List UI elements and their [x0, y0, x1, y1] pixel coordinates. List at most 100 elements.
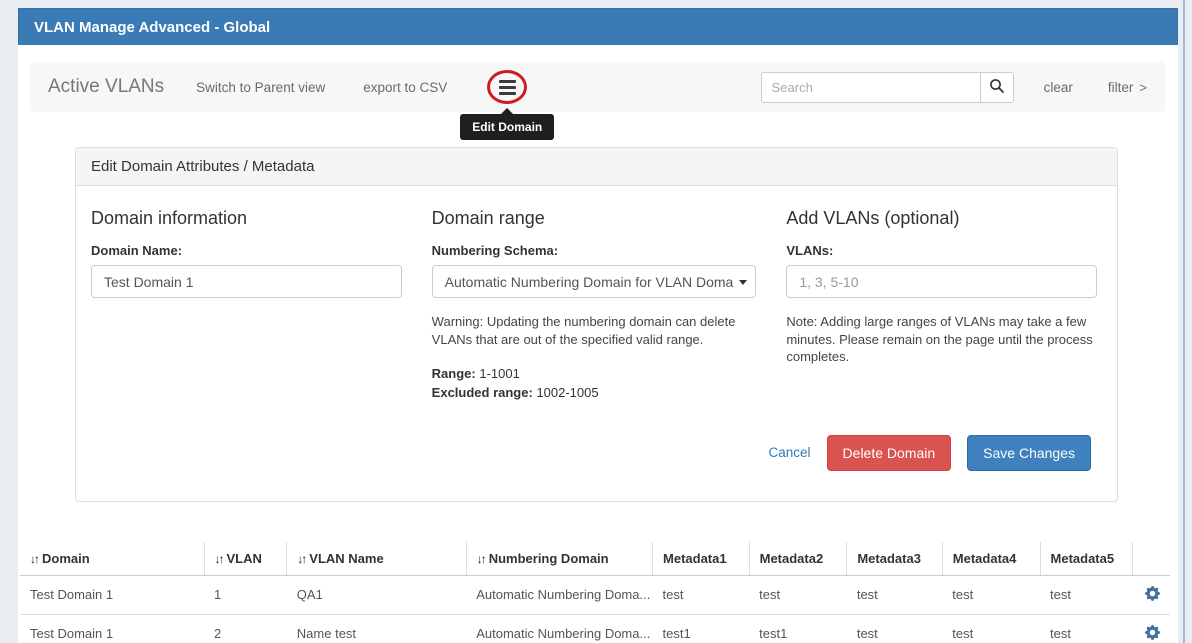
panel-title: Edit Domain Attributes / Metadata	[76, 148, 1117, 186]
save-changes-button[interactable]: Save Changes	[967, 435, 1091, 471]
switch-parent-view-link[interactable]: Switch to Parent view	[196, 80, 325, 95]
row-settings-button[interactable]	[1145, 625, 1160, 640]
hamburger-icon[interactable]	[499, 80, 516, 95]
window-edge	[1183, 0, 1185, 643]
vlans-input[interactable]	[786, 265, 1097, 298]
gear-icon	[1145, 586, 1160, 601]
table-cell: test	[1040, 575, 1132, 614]
table-cell: test	[942, 614, 1040, 643]
range-value: 1-1001	[479, 366, 519, 381]
section-heading-add-vlans: Add VLANs (optional)	[786, 208, 1097, 229]
table-cell: test1	[749, 614, 847, 643]
column-header-metadata5: Metadata5	[1040, 542, 1132, 576]
domain-name-label: Domain Name:	[91, 243, 402, 258]
table-cell: test	[847, 614, 942, 643]
section-heading-domain-range: Domain range	[432, 208, 757, 229]
search-input[interactable]	[761, 72, 981, 103]
column-header-actions	[1132, 542, 1170, 576]
filter-label: filter	[1108, 80, 1134, 95]
page-body: Active VLANs Switch to Parent view expor…	[18, 45, 1178, 643]
column-label: VLAN Name	[309, 551, 383, 566]
column-label: Metadata4	[953, 551, 1017, 566]
edit-domain-menu[interactable]: Edit Domain	[487, 70, 527, 104]
range-warning-text: Warning: Updating the numbering domain c…	[432, 313, 757, 348]
panel-actions: Cancel Delete Domain Save Changes	[91, 435, 1097, 471]
edit-domain-tooltip: Edit Domain	[460, 114, 554, 140]
domain-range-section: Domain range Numbering Schema: Automatic…	[432, 208, 757, 403]
section-heading-domain-information: Domain information	[91, 208, 402, 229]
table-row: Test Domain 12Name testAutomatic Numberi…	[20, 614, 1170, 643]
search-group	[761, 72, 1014, 103]
table-cell: Name test	[287, 614, 466, 643]
excluded-range-label: Excluded range:	[432, 385, 533, 400]
export-csv-link[interactable]: export to CSV	[363, 80, 447, 95]
row-actions-cell	[1132, 575, 1170, 614]
range-line: Range: 1-1001	[432, 365, 757, 384]
active-vlans-heading: Active VLANs	[48, 76, 164, 98]
numbering-schema-label: Numbering Schema:	[432, 243, 757, 258]
app-window: VLAN Manage Advanced - Global Active VLA…	[18, 8, 1178, 643]
column-header-vlan[interactable]: ↓↑ VLAN	[204, 542, 287, 576]
table-cell: test	[847, 575, 942, 614]
vlan-table: ↓↑ Domain ↓↑ VLAN ↓↑VLAN Name ↓↑ Numbering Dom…	[20, 542, 1170, 643]
sort-icon: ↓↑	[30, 552, 38, 566]
column-header-metadata3: Metadata3	[847, 542, 942, 576]
domain-information-section: Domain information Domain Name:	[91, 208, 402, 403]
sort-icon: ↓↑	[477, 552, 485, 566]
row-actions-cell	[1132, 614, 1170, 643]
filter-link[interactable]: filter >	[1108, 80, 1147, 95]
excluded-range-line: Excluded range: 1002-1005	[432, 384, 757, 403]
table-cell: test1	[653, 614, 750, 643]
vlans-note-text: Note: Adding large ranges of VLANs may t…	[786, 313, 1097, 366]
table-cell: 2	[204, 614, 287, 643]
table-row: Test Domain 11QA1Automatic Numbering Dom…	[20, 575, 1170, 614]
column-header-domain[interactable]: ↓↑ Domain	[20, 542, 204, 576]
excluded-range-value: 1002-1005	[536, 385, 598, 400]
domain-name-input[interactable]	[91, 265, 402, 298]
table-cell: test	[942, 575, 1040, 614]
table-cell: test	[749, 575, 847, 614]
table-cell: Test Domain 1	[20, 575, 204, 614]
tooltip-arrow-icon	[501, 108, 513, 114]
table-cell: Test Domain 1	[20, 614, 204, 643]
vlan-table-wrap: ↓↑ Domain ↓↑ VLAN ↓↑VLAN Name ↓↑ Numbering Dom…	[20, 542, 1170, 643]
add-vlans-section: Add VLANs (optional) VLANs: Note: Adding…	[786, 208, 1097, 403]
column-label: Metadata1	[663, 551, 727, 566]
chevron-right-icon: >	[1139, 80, 1147, 95]
column-header-vlan-name[interactable]: ↓↑VLAN Name	[287, 542, 466, 576]
column-label: Metadata5	[1051, 551, 1115, 566]
column-header-metadata4: Metadata4	[942, 542, 1040, 576]
row-settings-button[interactable]	[1145, 586, 1160, 601]
column-header-metadata1: Metadata1	[653, 542, 750, 576]
numbering-schema-value: Automatic Numbering Domain for VLAN Doma	[445, 274, 734, 290]
tooltip-label: Edit Domain	[472, 120, 542, 134]
column-label: Metadata3	[857, 551, 921, 566]
table-header-row: ↓↑ Domain ↓↑ VLAN ↓↑VLAN Name ↓↑ Numbering Dom…	[20, 542, 1170, 576]
page-title: VLAN Manage Advanced - Global	[18, 8, 1178, 45]
range-info: Range: 1-1001 Excluded range: 1002-1005	[432, 365, 757, 403]
vlans-label: VLANs:	[786, 243, 1097, 258]
caret-down-icon	[739, 280, 747, 285]
column-label: VLAN	[227, 551, 262, 566]
table-cell: Automatic Numbering Doma...	[466, 575, 652, 614]
numbering-schema-select[interactable]: Automatic Numbering Domain for VLAN Doma	[432, 265, 757, 298]
table-cell: test	[653, 575, 750, 614]
clear-link[interactable]: clear	[1044, 80, 1073, 95]
gear-icon	[1145, 625, 1160, 640]
column-label: Metadata2	[760, 551, 824, 566]
search-button[interactable]	[981, 72, 1014, 103]
column-header-metadata2: Metadata2	[749, 542, 847, 576]
column-label: Domain	[42, 551, 90, 566]
magnifier-icon	[989, 78, 1005, 97]
table-cell: test	[1040, 614, 1132, 643]
column-label: Numbering Domain	[489, 551, 609, 566]
toolbar: Active VLANs Switch to Parent view expor…	[30, 62, 1165, 112]
table-cell: Automatic Numbering Doma...	[466, 614, 652, 643]
column-header-numbering-domain[interactable]: ↓↑ Numbering Domain	[466, 542, 652, 576]
sort-icon: ↓↑	[215, 552, 223, 566]
delete-domain-button[interactable]: Delete Domain	[827, 435, 952, 471]
edit-domain-panel: Edit Domain Attributes / Metadata Domain…	[75, 147, 1118, 502]
cancel-button[interactable]: Cancel	[769, 445, 811, 460]
panel-body: Domain information Domain Name: Domain r…	[76, 186, 1117, 501]
table-cell: QA1	[287, 575, 466, 614]
